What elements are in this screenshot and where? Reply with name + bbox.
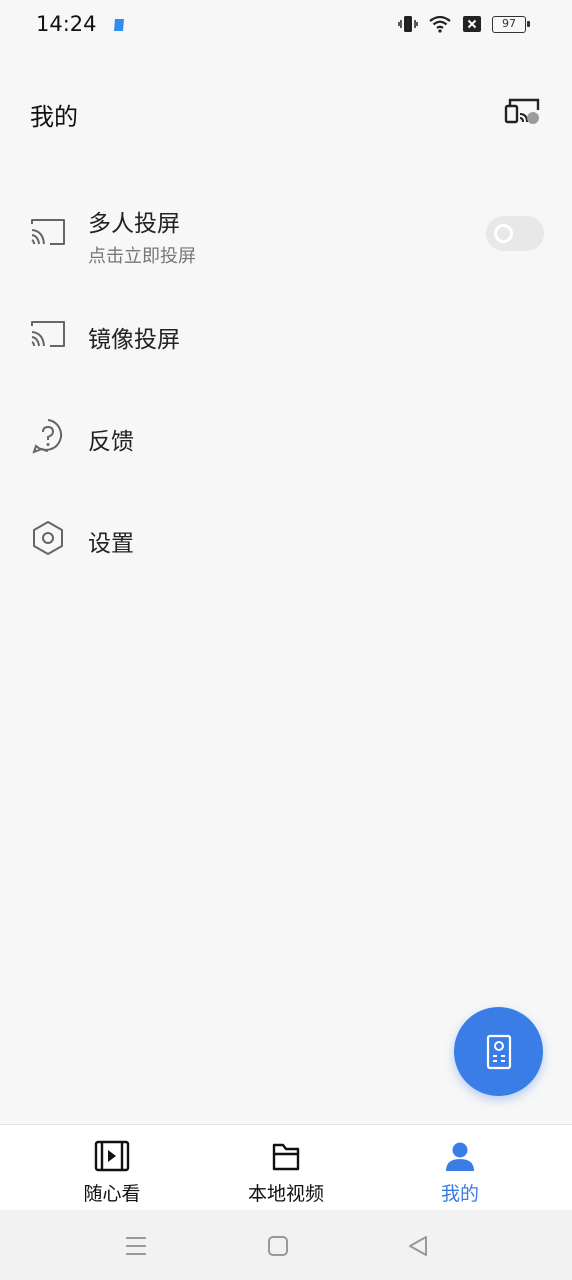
status-bar: 14:24 97	[0, 0, 572, 50]
menu-item-mirror-cast[interactable]: 镜像投屏	[0, 296, 572, 376]
menu-icon[interactable]	[122, 1232, 150, 1260]
system-nav-bar	[0, 1210, 572, 1280]
nav-label: 随心看	[83, 1183, 141, 1205]
menu-item-settings[interactable]: 设置	[0, 500, 572, 580]
wifi-icon	[429, 15, 451, 33]
no-sim-icon	[463, 16, 481, 32]
cast-device-icon[interactable]	[504, 96, 542, 130]
cast-icon	[31, 219, 65, 245]
app-notification-icon	[114, 19, 124, 31]
nav-label: 本地视频	[247, 1183, 324, 1205]
remote-control-icon	[486, 1034, 511, 1069]
menu-item-label: 设置	[88, 531, 134, 557]
vibrate-icon	[398, 16, 418, 32]
multi-cast-toggle[interactable]	[486, 216, 544, 251]
settings-icon	[33, 521, 63, 555]
back-icon[interactable]	[404, 1232, 432, 1260]
battery-icon: 97	[492, 15, 530, 33]
bottom-nav: 随心看 本地视频 我的	[0, 1124, 572, 1210]
menu-item-label: 镜像投屏	[88, 327, 180, 353]
menu-item-label: 反馈	[88, 429, 134, 455]
menu-item-feedback[interactable]: 反馈	[0, 398, 572, 478]
nav-label: 我的	[440, 1183, 479, 1205]
remote-control-button[interactable]	[454, 1007, 543, 1096]
page-title: 我的	[30, 103, 78, 131]
video-play-icon	[94, 1140, 130, 1172]
menu-item-sublabel: 点击立即投屏	[88, 246, 196, 267]
toggle-knob	[494, 224, 513, 243]
nav-item-mine[interactable]: 我的	[390, 1125, 530, 1211]
home-icon[interactable]	[264, 1232, 292, 1260]
nav-item-suixinkan[interactable]: 随心看	[42, 1125, 182, 1211]
nav-item-local-video[interactable]: 本地视频	[216, 1125, 356, 1211]
menu-item-label: 多人投屏	[88, 211, 180, 237]
status-time: 14:24	[36, 12, 97, 36]
help-icon	[32, 419, 63, 454]
person-icon	[446, 1142, 474, 1171]
folder-icon	[272, 1143, 300, 1171]
status-icons: 97	[398, 14, 530, 34]
cast-icon	[31, 321, 65, 347]
